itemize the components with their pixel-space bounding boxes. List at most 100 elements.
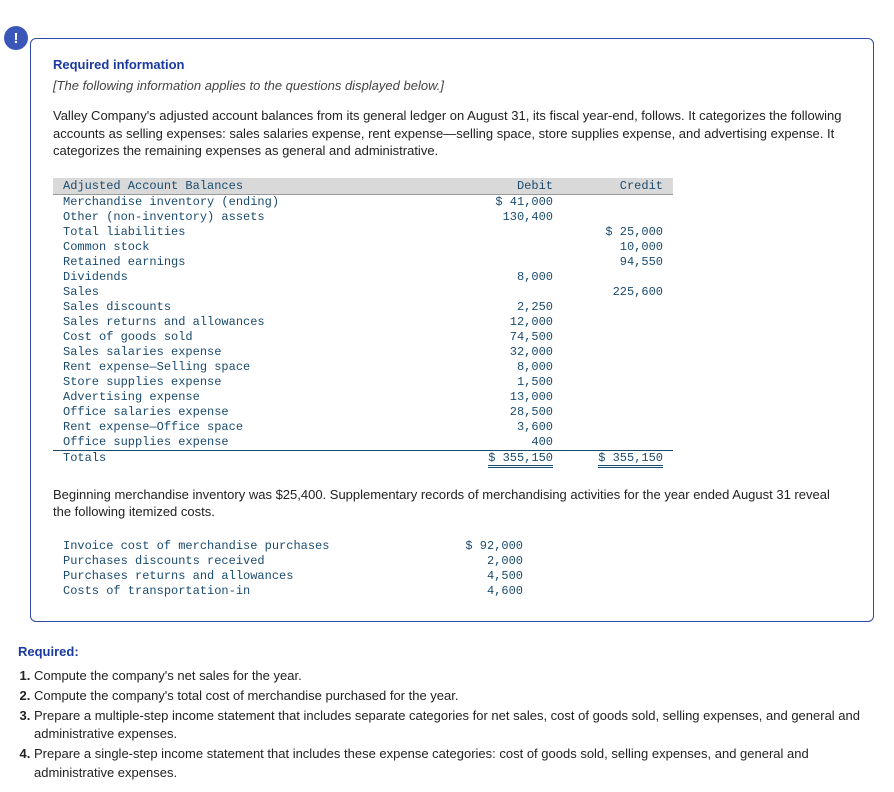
account-cell: Sales discounts bbox=[53, 300, 453, 315]
account-cell: Office salaries expense bbox=[53, 405, 453, 420]
supp-value-cell: 2,000 bbox=[423, 554, 533, 569]
debit-cell: 28,500 bbox=[453, 405, 563, 420]
account-cell: Sales returns and allowances bbox=[53, 315, 453, 330]
supp-label-cell: Purchases discounts received bbox=[53, 554, 423, 569]
table-row: Rent expense—Selling space8,000 bbox=[53, 360, 673, 375]
list-item: Compute the company's total cost of merc… bbox=[34, 687, 876, 705]
credit-cell bbox=[563, 300, 673, 315]
debit-cell: 1,500 bbox=[453, 375, 563, 390]
credit-cell bbox=[563, 420, 673, 435]
supp-label-cell: Invoice cost of merchandise purchases bbox=[53, 539, 423, 554]
col-credit: Credit bbox=[563, 178, 673, 195]
list-item: Compute the company's net sales for the … bbox=[34, 667, 876, 685]
credit-cell bbox=[563, 194, 673, 210]
table-row: Office salaries expense28,500 bbox=[53, 405, 673, 420]
account-cell: Common stock bbox=[53, 240, 453, 255]
account-cell: Retained earnings bbox=[53, 255, 453, 270]
supplementary-paragraph: Beginning merchandise inventory was $25,… bbox=[53, 486, 851, 521]
account-cell: Sales salaries expense bbox=[53, 345, 453, 360]
debit-cell bbox=[453, 285, 563, 300]
table-row: Advertising expense13,000 bbox=[53, 390, 673, 405]
credit-cell bbox=[563, 315, 673, 330]
account-cell: Total liabilities bbox=[53, 225, 453, 240]
debit-cell: 2,250 bbox=[453, 300, 563, 315]
debit-cell: 400 bbox=[453, 435, 563, 451]
debit-cell bbox=[453, 255, 563, 270]
debit-cell: 12,000 bbox=[453, 315, 563, 330]
table-row: Sales 225,600 bbox=[53, 285, 673, 300]
supp-value-cell: 4,600 bbox=[423, 584, 533, 599]
credit-cell bbox=[563, 405, 673, 420]
account-cell: Dividends bbox=[53, 270, 453, 285]
supp-value-cell: $ 92,000 bbox=[423, 539, 533, 554]
debit-cell: 3,600 bbox=[453, 420, 563, 435]
credit-cell: 10,000 bbox=[563, 240, 673, 255]
credit-cell: 94,550 bbox=[563, 255, 673, 270]
table-row: Store supplies expense1,500 bbox=[53, 375, 673, 390]
supplementary-table: Invoice cost of merchandise purchases$ 9… bbox=[53, 539, 533, 599]
totals-debit: $ 355,150 bbox=[488, 451, 553, 468]
credit-cell: 225,600 bbox=[563, 285, 673, 300]
credit-cell bbox=[563, 390, 673, 405]
totals-credit: $ 355,150 bbox=[598, 451, 663, 468]
supp-value-cell: 4,500 bbox=[423, 569, 533, 584]
account-cell: Office supplies expense bbox=[53, 435, 453, 451]
debit-cell: 13,000 bbox=[453, 390, 563, 405]
list-item: Prepare a single-step income statement t… bbox=[34, 745, 876, 781]
table-row: Retained earnings 94,550 bbox=[53, 255, 673, 270]
account-cell: Store supplies expense bbox=[53, 375, 453, 390]
credit-cell bbox=[563, 210, 673, 225]
debit-cell: 8,000 bbox=[453, 360, 563, 375]
intro-note: [The following information applies to th… bbox=[53, 78, 851, 93]
credit-cell bbox=[563, 360, 673, 375]
credit-cell bbox=[563, 435, 673, 451]
table-row: Other (non-inventory) assets130,400 bbox=[53, 210, 673, 225]
table-row: Rent expense—Office space3,600 bbox=[53, 420, 673, 435]
table-row: Office supplies expense400 bbox=[53, 435, 673, 451]
list-item: Prepare a multiple-step income statement… bbox=[34, 707, 876, 743]
table-row: Invoice cost of merchandise purchases$ 9… bbox=[53, 539, 533, 554]
debit-cell: 32,000 bbox=[453, 345, 563, 360]
table-row: Purchases returns and allowances4,500 bbox=[53, 569, 533, 584]
credit-cell: $ 25,000 bbox=[563, 225, 673, 240]
required-heading: Required: bbox=[18, 644, 894, 659]
debit-cell bbox=[453, 225, 563, 240]
debit-cell: 74,500 bbox=[453, 330, 563, 345]
debit-cell: 8,000 bbox=[453, 270, 563, 285]
account-cell: Rent expense—Selling space bbox=[53, 360, 453, 375]
col-debit: Debit bbox=[453, 178, 563, 195]
col-account: Adjusted Account Balances bbox=[53, 178, 453, 195]
credit-cell bbox=[563, 270, 673, 285]
account-cell: Cost of goods sold bbox=[53, 330, 453, 345]
info-card: Required information [The following info… bbox=[30, 38, 874, 622]
alert-icon: ! bbox=[4, 26, 28, 50]
totals-label: Totals bbox=[53, 450, 453, 466]
account-cell: Sales bbox=[53, 285, 453, 300]
required-list: Compute the company's net sales for the … bbox=[34, 667, 876, 782]
alert-glyph: ! bbox=[14, 30, 19, 47]
account-cell: Rent expense—Office space bbox=[53, 420, 453, 435]
table-row: Sales discounts2,250 bbox=[53, 300, 673, 315]
credit-cell bbox=[563, 375, 673, 390]
table-row: Merchandise inventory (ending)$ 41,000 bbox=[53, 194, 673, 210]
account-cell: Advertising expense bbox=[53, 390, 453, 405]
debit-cell: 130,400 bbox=[453, 210, 563, 225]
supp-label-cell: Purchases returns and allowances bbox=[53, 569, 423, 584]
context-paragraph: Valley Company's adjusted account balanc… bbox=[53, 107, 851, 160]
table-row: Costs of transportation-in4,600 bbox=[53, 584, 533, 599]
account-cell: Other (non-inventory) assets bbox=[53, 210, 453, 225]
table-row: Sales returns and allowances12,000 bbox=[53, 315, 673, 330]
account-cell: Merchandise inventory (ending) bbox=[53, 194, 453, 210]
table-row: Cost of goods sold74,500 bbox=[53, 330, 673, 345]
adjusted-balances-table: Adjusted Account Balances Debit Credit M… bbox=[53, 178, 673, 466]
table-row: Total liabilities $ 25,000 bbox=[53, 225, 673, 240]
table-row: Sales salaries expense32,000 bbox=[53, 345, 673, 360]
debit-cell bbox=[453, 240, 563, 255]
table-row: Common stock 10,000 bbox=[53, 240, 673, 255]
credit-cell bbox=[563, 330, 673, 345]
supp-label-cell: Costs of transportation-in bbox=[53, 584, 423, 599]
table-row: Purchases discounts received2,000 bbox=[53, 554, 533, 569]
table-row: Dividends8,000 bbox=[53, 270, 673, 285]
credit-cell bbox=[563, 345, 673, 360]
debit-cell: $ 41,000 bbox=[453, 194, 563, 210]
